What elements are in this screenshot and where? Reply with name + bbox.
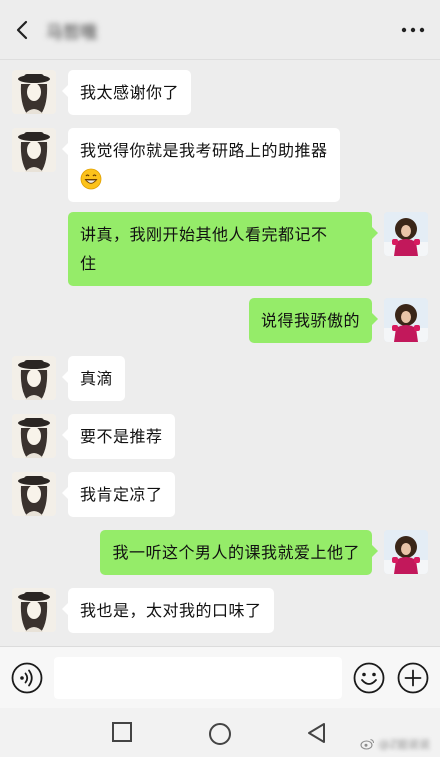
message-text-line-2: 住: [80, 254, 97, 273]
user-avatar-image: [384, 298, 428, 342]
message-text: 真滴: [80, 369, 114, 388]
message-text: 我肯定凉了: [80, 485, 163, 504]
message-bubble-incoming[interactable]: 我肯定凉了: [62, 472, 175, 517]
home-circle-icon[interactable]: [206, 720, 234, 748]
back-triangle-icon[interactable]: [304, 720, 330, 746]
grinning-emoji-icon: [80, 168, 102, 189]
more-dots-icon[interactable]: [400, 22, 426, 38]
contact-avatar[interactable]: [12, 128, 56, 172]
contact-avatar-image: [12, 588, 56, 632]
contact-avatar[interactable]: [12, 356, 56, 400]
message-input-bar: [0, 646, 440, 708]
contact-avatar[interactable]: [12, 472, 56, 516]
message-text: 我也是，太对我的口味了: [80, 601, 262, 620]
contact-name: 马哲哦: [46, 23, 97, 43]
user-avatar[interactable]: [384, 530, 428, 574]
message-bubble-incoming[interactable]: 真滴: [61, 356, 126, 401]
message-bubble-outgoing[interactable]: 讲真，我刚开始其他人看完都记不 住: [68, 212, 378, 286]
user-avatar-image: [384, 212, 428, 256]
watermark-text: @Z姐说说: [378, 738, 430, 751]
message-bubble-outgoing[interactable]: 我一听这个男人的课我就爱上他了: [100, 530, 378, 575]
message-text: 我一听这个男人的课我就爱上他了: [112, 543, 360, 562]
message-bubble-incoming[interactable]: 我也是，太对我的口味了: [62, 588, 274, 633]
plus-icon[interactable]: [396, 661, 430, 695]
contact-avatar-image: [12, 414, 56, 458]
weibo-logo-icon: [360, 739, 375, 750]
contact-avatar[interactable]: [12, 414, 56, 458]
message-text: 说得我骄傲的: [260, 311, 360, 330]
user-avatar-image: [384, 530, 428, 574]
message-text-line-1: 讲真，我刚开始其他人看完都记不: [80, 225, 328, 244]
contact-avatar-image: [12, 128, 56, 172]
contact-avatar-image: [12, 356, 56, 400]
contact-avatar-image: [12, 70, 56, 114]
message-text: 我太感谢你了: [80, 83, 180, 102]
message-bubble-incoming[interactable]: 我觉得你就是我考研路上的助推器: [62, 128, 340, 202]
contact-avatar[interactable]: [12, 70, 56, 114]
contact-avatar-image: [12, 472, 56, 516]
message-list: 我太感谢你了 我觉得你就是我考研路上的助推器 讲真，我刚开始其他人看完都记不 住…: [0, 60, 440, 646]
contact-avatar[interactable]: [12, 588, 56, 632]
message-input[interactable]: [54, 657, 342, 699]
recent-apps-square-icon[interactable]: [110, 720, 134, 744]
message-text: 要不是推荐: [80, 427, 163, 446]
voice-icon[interactable]: [10, 661, 44, 695]
chat-header: 马哲哦: [0, 0, 440, 60]
message-bubble-incoming[interactable]: 我太感谢你了: [61, 70, 192, 115]
weibo-watermark: @Z姐说说: [360, 736, 430, 752]
back-chevron-icon[interactable]: [8, 16, 36, 44]
user-avatar[interactable]: [384, 298, 428, 342]
message-bubble-outgoing[interactable]: 说得我骄傲的: [248, 298, 379, 343]
message-bubble-incoming[interactable]: 要不是推荐: [62, 414, 175, 459]
user-avatar[interactable]: [384, 212, 428, 256]
emoji-icon[interactable]: [352, 661, 386, 695]
message-text: 我觉得你就是我考研路上的助推器: [80, 141, 328, 160]
